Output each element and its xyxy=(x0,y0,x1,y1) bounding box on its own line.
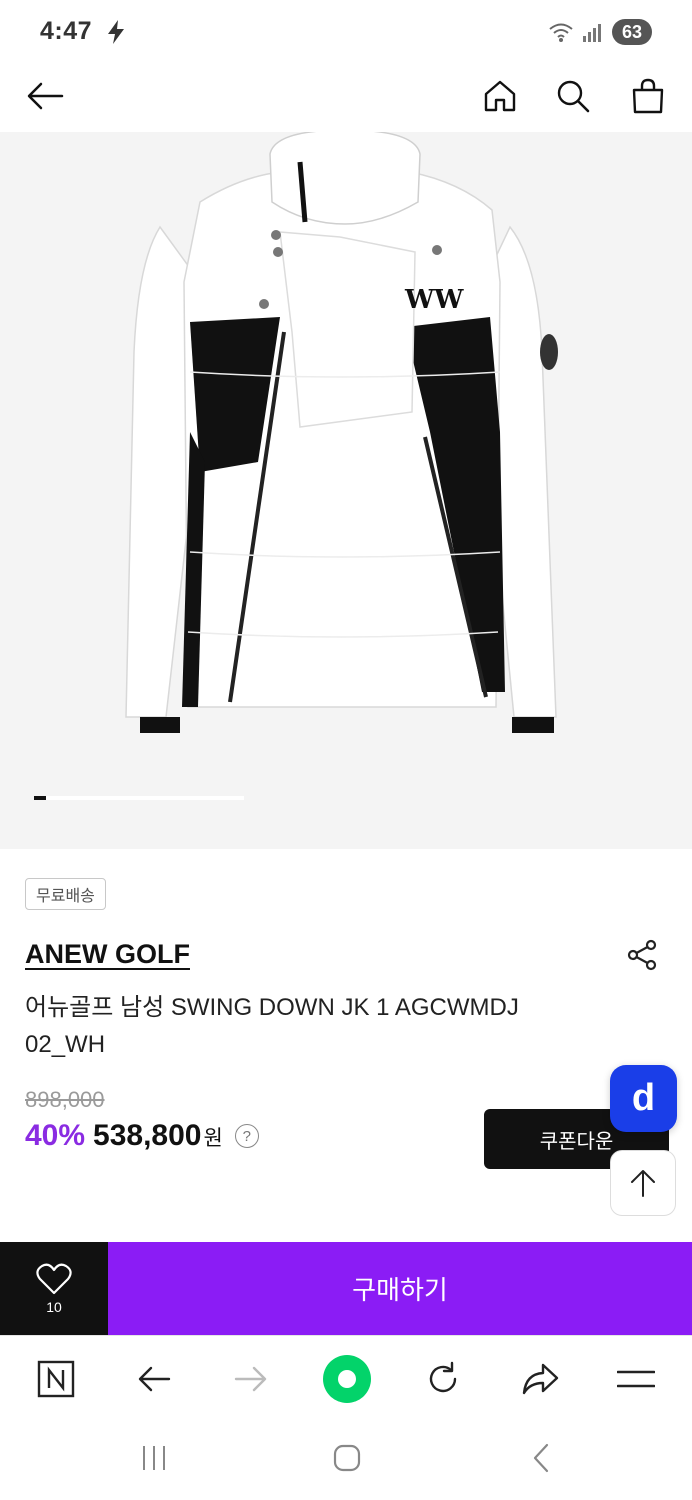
currency-unit: 원 xyxy=(203,1127,223,1150)
share-button[interactable] xyxy=(622,935,662,975)
arrow-up-icon xyxy=(631,1170,655,1197)
shopping-bag-icon xyxy=(632,78,664,114)
back-button[interactable] xyxy=(21,72,69,120)
refresh-icon xyxy=(429,1361,457,1393)
d-floating-button[interactable]: d xyxy=(610,1065,677,1132)
status-icons: 63 xyxy=(548,18,652,46)
menu-icon xyxy=(617,1370,655,1388)
recent-apps-icon xyxy=(143,1446,165,1470)
back-icon xyxy=(138,1366,171,1392)
heart-icon xyxy=(36,1263,72,1294)
wifi-icon xyxy=(549,23,573,42)
original-price: 898,000 xyxy=(25,1087,105,1112)
share-icon xyxy=(627,939,657,971)
search-button[interactable] xyxy=(549,72,597,120)
sale-price: 538,800 xyxy=(93,1119,202,1152)
home-icon xyxy=(484,80,516,112)
signal-icon xyxy=(583,24,601,42)
forward-icon xyxy=(234,1366,267,1392)
product-name: 어뉴골프 남성 SWING DOWN JK 1 AGCWMDJ 02_WH xyxy=(25,994,519,1058)
carousel-active-indicator xyxy=(34,796,46,800)
share-arrow-icon xyxy=(522,1363,559,1395)
jacket-image: WW xyxy=(125,132,558,733)
browser-share-button[interactable] xyxy=(515,1354,565,1404)
d-logo-icon: d xyxy=(631,1077,656,1119)
system-navigation xyxy=(0,1420,692,1500)
browser-home-button[interactable] xyxy=(322,1354,372,1404)
price-help-icon[interactable]: ? xyxy=(234,1124,259,1148)
browser-forward-button[interactable] xyxy=(226,1354,276,1404)
status-time: 4:47 xyxy=(40,17,93,45)
wishlist-button[interactable]: 10 xyxy=(0,1242,108,1335)
search-icon xyxy=(557,80,590,113)
status-bar: 4:47 63 xyxy=(0,0,692,62)
browser-back-button[interactable] xyxy=(129,1354,179,1404)
help-glyph: ? xyxy=(242,1127,251,1145)
buy-now-button[interactable]: 구매하기 xyxy=(108,1242,692,1335)
browser-toolbar xyxy=(0,1335,692,1420)
scroll-top-button[interactable] xyxy=(610,1150,676,1216)
battery-level: 63 xyxy=(621,21,643,42)
carousel-indicator xyxy=(34,796,244,800)
purchase-bar: 10 구매하기 xyxy=(0,1242,692,1335)
charging-bolt-icon xyxy=(108,20,124,44)
cart-button[interactable] xyxy=(624,72,672,120)
system-back-icon xyxy=(533,1443,549,1473)
recent-apps-button[interactable] xyxy=(129,1436,179,1480)
system-home-icon xyxy=(333,1444,361,1472)
home-button[interactable] xyxy=(476,72,524,120)
browser-menu-button[interactable] xyxy=(611,1354,661,1404)
naver-n-icon xyxy=(37,1360,75,1398)
svg-text:WW: WW xyxy=(404,285,464,315)
back-arrow-icon xyxy=(27,82,64,110)
wishlist-count: 10 xyxy=(46,1298,62,1315)
discount-rate: 40% xyxy=(25,1119,86,1152)
refresh-button[interactable] xyxy=(418,1354,468,1404)
free-shipping-badge: 무료배송 xyxy=(25,878,106,910)
battery-icon: 63 xyxy=(612,19,652,45)
top-navigation xyxy=(0,62,692,132)
brand-link[interactable]: ANEW GOLF xyxy=(25,939,190,970)
product-image-carousel[interactable]: WW xyxy=(0,132,692,849)
product-info: 무료배송 ANEW GOLF 어뉴골프 남성 SWING DOWN JK 1 A… xyxy=(0,849,692,1242)
home-circle-icon xyxy=(323,1355,371,1403)
naver-button[interactable] xyxy=(31,1354,81,1404)
system-back-button[interactable] xyxy=(516,1436,566,1480)
system-home-button[interactable] xyxy=(322,1436,372,1480)
price-row: 40% 538,800 원 ? xyxy=(25,1119,259,1153)
